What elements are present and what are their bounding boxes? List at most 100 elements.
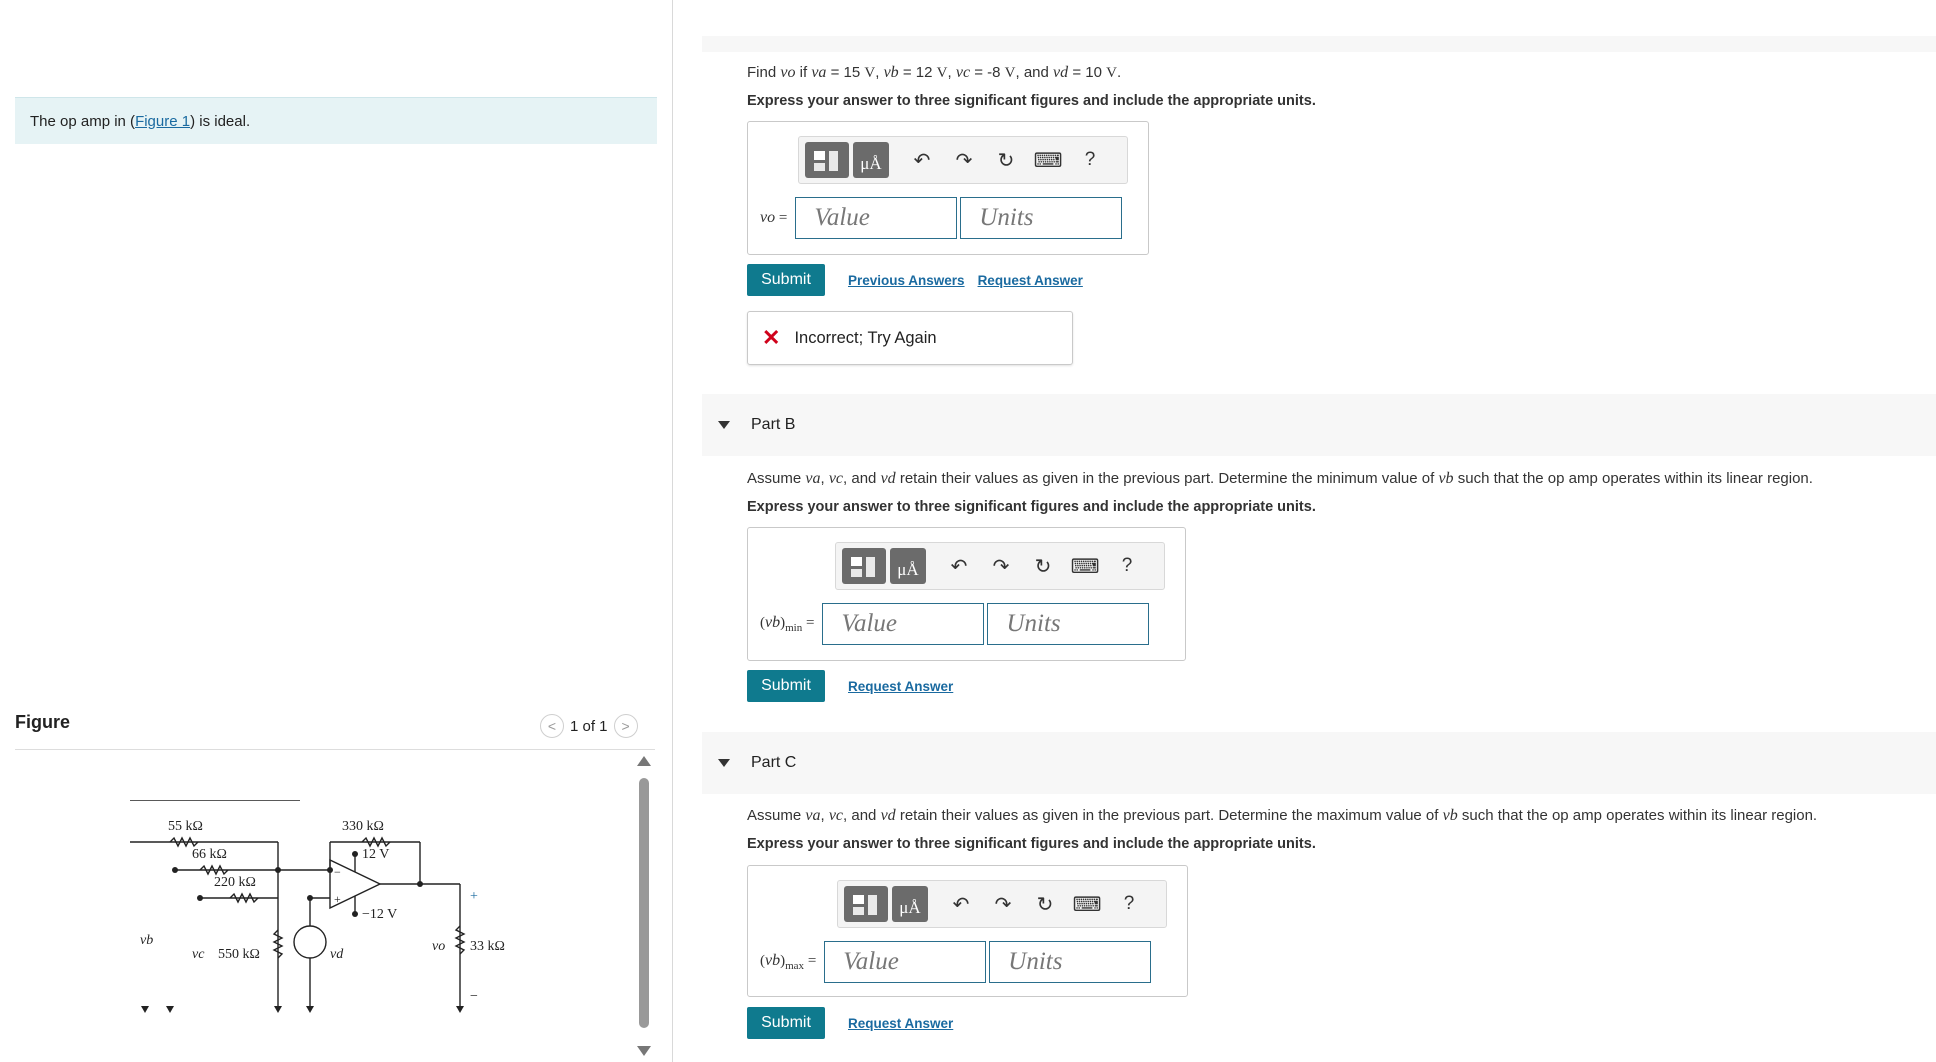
var-vc: vc <box>955 64 971 81</box>
part-a-submit-button[interactable]: Submit <box>747 264 825 296</box>
reset-icon[interactable]: ↻ <box>1022 548 1064 584</box>
q-and: and <box>1023 64 1049 81</box>
part-b-units-input[interactable]: Units <box>987 603 1150 645</box>
q-vd-val: = 10 <box>1072 64 1102 81</box>
prev-figure-button[interactable]: < <box>540 714 564 738</box>
help-icon[interactable]: ? <box>1069 142 1111 178</box>
part-b-value-input[interactable]: Value <box>822 603 985 645</box>
part-c-instruction: Express your answer to three significant… <box>747 836 1316 852</box>
label-vc: vc <box>192 947 205 962</box>
part-b-actions: Submit Request Answer <box>747 670 966 702</box>
part-a-value-input[interactable]: Value <box>795 197 958 239</box>
undo-icon[interactable]: ↶ <box>938 548 980 584</box>
units-symbol-icon[interactable]: μÅ <box>892 886 928 922</box>
scroll-up-arrow-icon[interactable] <box>637 756 651 766</box>
keyboard-icon[interactable]: ⌨ <box>1066 886 1108 922</box>
unit-v: V <box>1106 65 1117 81</box>
keyboard-icon[interactable]: ⌨ <box>1064 548 1106 584</box>
label-var-vo: vo <box>760 209 776 226</box>
part-a-question: Find vo if va = 15 V, vb = 12 V, vc = -8… <box>747 64 1122 81</box>
q-find: Find <box>747 64 777 81</box>
part-a-units-input[interactable]: Units <box>960 197 1123 239</box>
var-vo: vo <box>780 64 796 81</box>
part-c-question: Assume va, vc, and vd retain their value… <box>747 807 1818 824</box>
equals-sign: = <box>807 953 817 969</box>
scroll-down-arrow-icon[interactable] <box>637 1046 651 1056</box>
var-va: va <box>811 64 827 81</box>
part-a-request-answer-link[interactable]: Request Answer <box>978 273 1083 288</box>
label-vb: vb <box>140 933 153 948</box>
label-r1: 55 kΩ <box>168 819 203 834</box>
figure-scrollbar[interactable] <box>637 756 651 1056</box>
var-va: va <box>805 807 821 824</box>
figure-separator <box>15 749 655 750</box>
scroll-thumb[interactable] <box>639 778 649 1028</box>
top-band <box>702 36 1936 52</box>
label-r4: 330 kΩ <box>342 819 384 834</box>
part-a-actions: Submit Previous Answers Request Answer <box>747 264 1096 296</box>
part-c-toolbar: μÅ ↶ ↷ ↻ ⌨ ? <box>837 880 1167 928</box>
part-a-instruction: Express your answer to three significant… <box>747 93 1316 109</box>
part-c-units-input[interactable]: Units <box>989 941 1152 983</box>
equals-sign: = <box>778 210 788 226</box>
figure-pager: < 1 of 1 > <box>540 714 638 738</box>
var-vd: vd <box>880 807 896 824</box>
part-c-request-answer-link[interactable]: Request Answer <box>848 1016 953 1031</box>
keyboard-icon[interactable]: ⌨ <box>1027 142 1069 178</box>
q4: such that the op amp operates within its… <box>1461 807 1818 824</box>
feedback-box: ✕ Incorrect; Try Again <box>747 311 1073 365</box>
units-symbol-icon[interactable]: μÅ <box>853 142 889 178</box>
var-vb: vb <box>883 64 899 81</box>
intro-box: The op amp in ( Figure 1 ) is ideal. <box>15 97 657 144</box>
unit-v: V <box>864 65 876 81</box>
part-b-request-answer-link[interactable]: Request Answer <box>848 679 953 694</box>
redo-icon[interactable]: ↷ <box>982 886 1024 922</box>
caret-down-icon[interactable] <box>718 759 730 767</box>
undo-icon[interactable]: ↶ <box>901 142 943 178</box>
label-var-vb: vb <box>765 952 781 969</box>
label-r5: 550 kΩ <box>218 947 260 962</box>
part-b-answer-box: μÅ ↶ ↷ ↻ ⌨ ? (vb)min = Value Units <box>747 527 1186 661</box>
caret-down-icon[interactable] <box>718 421 730 429</box>
var-vc: vc <box>828 470 844 487</box>
redo-icon[interactable]: ↷ <box>980 548 1022 584</box>
units-symbol-icon[interactable]: μÅ <box>890 548 926 584</box>
part-b-submit-button[interactable]: Submit <box>747 670 825 702</box>
equals-sign: = <box>805 615 815 631</box>
part-c-value-input[interactable]: Value <box>824 941 987 983</box>
part-b-header[interactable]: Part B <box>702 394 1936 456</box>
figure-link[interactable]: Figure 1 <box>135 113 190 130</box>
part-c-header[interactable]: Part C <box>702 732 1936 794</box>
q3: retain their values as given in the prev… <box>899 470 1435 487</box>
q-vc-val: = -8 <box>974 64 1001 81</box>
reset-icon[interactable]: ↻ <box>985 142 1027 178</box>
question-panel: Find vo if va = 15 V, vb = 12 V, vc = -8… <box>702 0 1936 1062</box>
redo-icon[interactable]: ↷ <box>943 142 985 178</box>
q4: such that the op amp operates within its… <box>1457 470 1813 487</box>
help-icon[interactable]: ? <box>1108 886 1150 922</box>
part-c-answer-label: (vb)max = <box>760 952 817 972</box>
label-var-vb: vb <box>765 614 781 631</box>
label-vo-plus: + <box>470 889 478 904</box>
help-icon[interactable]: ? <box>1106 548 1148 584</box>
next-figure-button[interactable]: > <box>613 714 638 738</box>
q3: retain their values as given in the prev… <box>899 807 1439 824</box>
reset-icon[interactable]: ↻ <box>1024 886 1066 922</box>
label-noninv: + <box>334 892 341 906</box>
part-c-submit-button[interactable]: Submit <box>747 1007 825 1039</box>
previous-answers-link[interactable]: Previous Answers <box>848 273 965 288</box>
label-inv: − <box>334 865 341 879</box>
part-c-answer-box: μÅ ↶ ↷ ↻ ⌨ ? (vb)max = Value Units <box>747 865 1188 997</box>
part-c-actions: Submit Request Answer <box>747 1007 966 1039</box>
templates-icon[interactable] <box>842 548 886 584</box>
part-a-answer-label: vo = <box>760 209 787 227</box>
label-vd: vd <box>330 947 344 962</box>
undo-icon[interactable]: ↶ <box>940 886 982 922</box>
label-vpos: 12 V <box>362 847 389 862</box>
templates-icon[interactable] <box>844 886 888 922</box>
q-va-val: = 15 <box>830 64 861 81</box>
part-b-instruction: Express your answer to three significant… <box>747 499 1316 515</box>
var-vc: vc <box>828 807 844 824</box>
templates-icon[interactable] <box>805 142 849 178</box>
part-b-title: Part B <box>751 416 796 433</box>
